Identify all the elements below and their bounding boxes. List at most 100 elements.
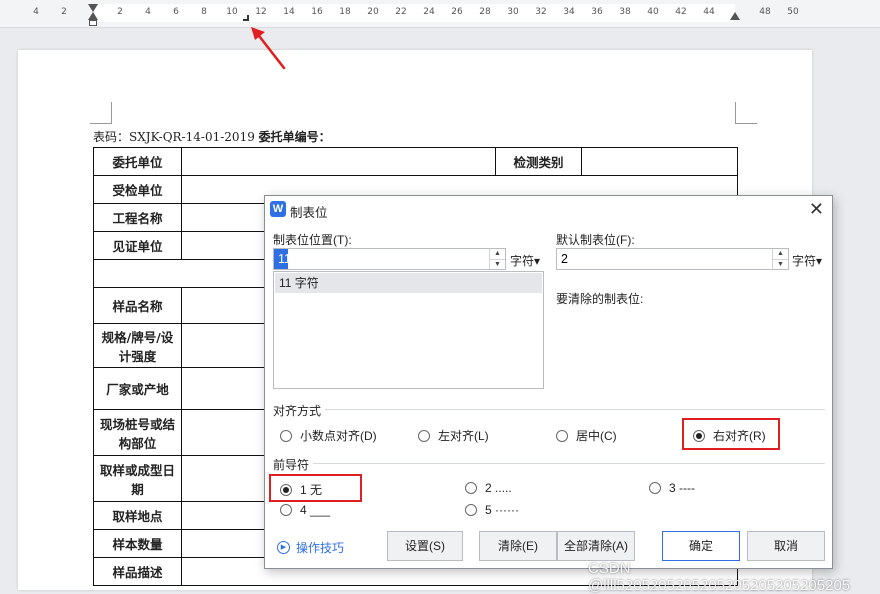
wps-logo-icon: W — [270, 201, 286, 217]
table-cell-label[interactable]: 样品名称 — [93, 287, 182, 324]
spin-up-icon[interactable]: ▲ — [773, 249, 788, 259]
spin-down-icon[interactable]: ▼ — [773, 259, 788, 269]
radio-label: 4 ___ — [300, 503, 331, 517]
table-cell-label[interactable]: 样品描述 — [93, 557, 182, 586]
spin-up-icon[interactable]: ▲ — [490, 249, 505, 259]
tab-position-field[interactable]: ▲ ▼ — [273, 248, 506, 270]
clear-button[interactable]: 清除(E) — [479, 531, 557, 561]
table-cell-label[interactable]: 委托单位 — [93, 147, 182, 176]
leader-group-label: 前导符 — [273, 458, 310, 472]
align-left-radio[interactable]: 左对齐(L) — [418, 427, 489, 444]
unit-label: 字符 — [792, 254, 817, 268]
margin-corner-mark — [90, 102, 112, 124]
ruler-tick: 30 — [507, 7, 519, 17]
annotation-highlight-box — [682, 418, 780, 450]
ok-button[interactable]: 确定 — [662, 531, 740, 561]
align-center-radio[interactable]: 居中(C) — [556, 427, 617, 444]
cancel-button[interactable]: 取消 — [747, 531, 825, 561]
table-cell-label[interactable]: 现场桩号或结构部位 — [93, 409, 182, 456]
table-row: 委托单位 检测类别 — [93, 147, 738, 176]
table-cell-label[interactable]: 受检单位 — [93, 175, 182, 204]
tabs-to-clear-label: 要清除的制表位: — [556, 292, 644, 306]
default-tab-field[interactable]: ▲ ▼ — [556, 248, 789, 270]
ruler-tick: 2 — [117, 7, 123, 17]
ruler-tick: 4 — [33, 7, 39, 17]
radio-circle[interactable] — [280, 504, 292, 516]
first-line-indent-marker[interactable] — [88, 4, 98, 12]
ruler-tick: 18 — [339, 7, 351, 17]
ruler-tick: 34 — [563, 7, 575, 17]
ruler-tick: 26 — [451, 7, 463, 17]
tips-label: 操作技巧 — [296, 541, 345, 555]
hanging-indent-marker[interactable] — [88, 12, 98, 20]
play-icon: ▶ — [277, 541, 290, 554]
close-icon[interactable]: ✕ — [809, 199, 824, 220]
default-tab-stepper[interactable]: ▲ ▼ — [772, 249, 788, 269]
radio-circle[interactable] — [556, 429, 568, 442]
radio-label: 2 ..... — [485, 481, 512, 495]
table-cell-label[interactable]: 取样或成型日期 — [93, 455, 182, 502]
radio-label: 5 ······ — [485, 503, 519, 517]
table-cell[interactable] — [181, 147, 496, 176]
table-cell-label[interactable]: 样本数量 — [93, 529, 182, 558]
radio-circle[interactable] — [649, 482, 661, 494]
ruler-tick: 2 — [61, 7, 67, 17]
radio-label: 居中(C) — [576, 429, 617, 443]
table-cell-label[interactable]: 厂家或产地 — [93, 367, 182, 410]
clear-all-button[interactable]: 全部清除(A) — [557, 531, 635, 561]
watermark-text: CSDN @llll5205205205205205205205205205 — [588, 560, 851, 594]
margin-corner-mark — [735, 102, 757, 124]
divider — [313, 463, 825, 464]
ruler-tick: 24 — [423, 7, 435, 17]
chevron-down-icon: ▾ — [534, 254, 541, 268]
unit-label: 字符 — [510, 254, 535, 268]
right-tab-stop-marker[interactable] — [243, 15, 249, 21]
ruler-tick: 8 — [201, 7, 207, 17]
radio-circle[interactable] — [465, 504, 477, 516]
ruler-tick: 48 — [759, 7, 771, 17]
spin-down-icon[interactable]: ▼ — [490, 259, 505, 269]
tab-position-input[interactable] — [274, 249, 487, 269]
radio-circle[interactable] — [465, 482, 477, 494]
table-cell[interactable] — [581, 147, 738, 176]
dialog-titlebar[interactable]: W 制表位 ✕ — [265, 196, 832, 222]
tab-position-list[interactable]: 11 字符 — [273, 271, 544, 389]
horizontal-ruler[interactable]: 4 2 2 4 6 8 10 12 14 16 18 20 22 24 26 2… — [0, 0, 880, 28]
annotation-arrow-icon — [251, 27, 286, 70]
default-tab-label: 默认制表位(F): — [556, 233, 635, 247]
leader-dashes-radio[interactable]: 3 ---- — [649, 481, 695, 495]
left-indent-marker[interactable] — [89, 20, 97, 26]
tab-position-unit-dropdown[interactable]: 字符▾ — [510, 252, 540, 269]
ruler-tick: 6 — [173, 7, 179, 17]
radio-label: 左对齐(L) — [438, 429, 489, 443]
table-cell-label[interactable]: 检测类别 — [495, 147, 582, 176]
ruler-tick: 4 — [145, 7, 151, 17]
list-item[interactable]: 11 字符 — [275, 273, 542, 293]
ruler-tick: 12 — [255, 7, 267, 17]
form-code-line: 表码：SXJK-QR-14-01-2019 委托单编号： — [93, 128, 331, 145]
ruler-tick: 22 — [395, 7, 407, 17]
radio-circle[interactable] — [418, 429, 430, 442]
ruler-tick: 32 — [535, 7, 547, 17]
ruler-tick: 28 — [479, 7, 491, 17]
divider — [325, 409, 825, 410]
table-cell-label[interactable]: 规格/牌号/设计强度 — [93, 323, 182, 368]
right-indent-marker[interactable] — [730, 12, 740, 20]
ruler-tick: 50 — [787, 7, 799, 17]
default-tab-input[interactable] — [557, 249, 770, 269]
tab-stops-dialog: W 制表位 ✕ 制表位位置(T): ▲ ▼ 字符▾ 11 字符 默认制表位(F)… — [264, 195, 833, 569]
leader-middle-dots-radio[interactable]: 5 ······ — [465, 503, 519, 517]
operation-tips-link[interactable]: ▶ 操作技巧 — [277, 539, 344, 556]
default-tab-unit-dropdown[interactable]: 字符▾ — [792, 252, 822, 269]
set-button[interactable]: 设置(S) — [387, 531, 463, 561]
leader-dots-radio[interactable]: 2 ..... — [465, 481, 512, 495]
table-cell-label[interactable]: 见证单位 — [93, 231, 182, 260]
annotation-highlight-box — [269, 474, 362, 502]
tab-position-stepper[interactable]: ▲ ▼ — [489, 249, 505, 269]
leader-underline-radio[interactable]: 4 ___ — [280, 503, 330, 517]
radio-circle[interactable] — [280, 429, 292, 442]
table-cell-label[interactable]: 取样地点 — [93, 501, 182, 530]
table-cell-label[interactable]: 工程名称 — [93, 203, 182, 232]
align-decimal-radio[interactable]: 小数点对齐(D) — [280, 427, 377, 444]
ruler-tick: 14 — [283, 7, 295, 17]
